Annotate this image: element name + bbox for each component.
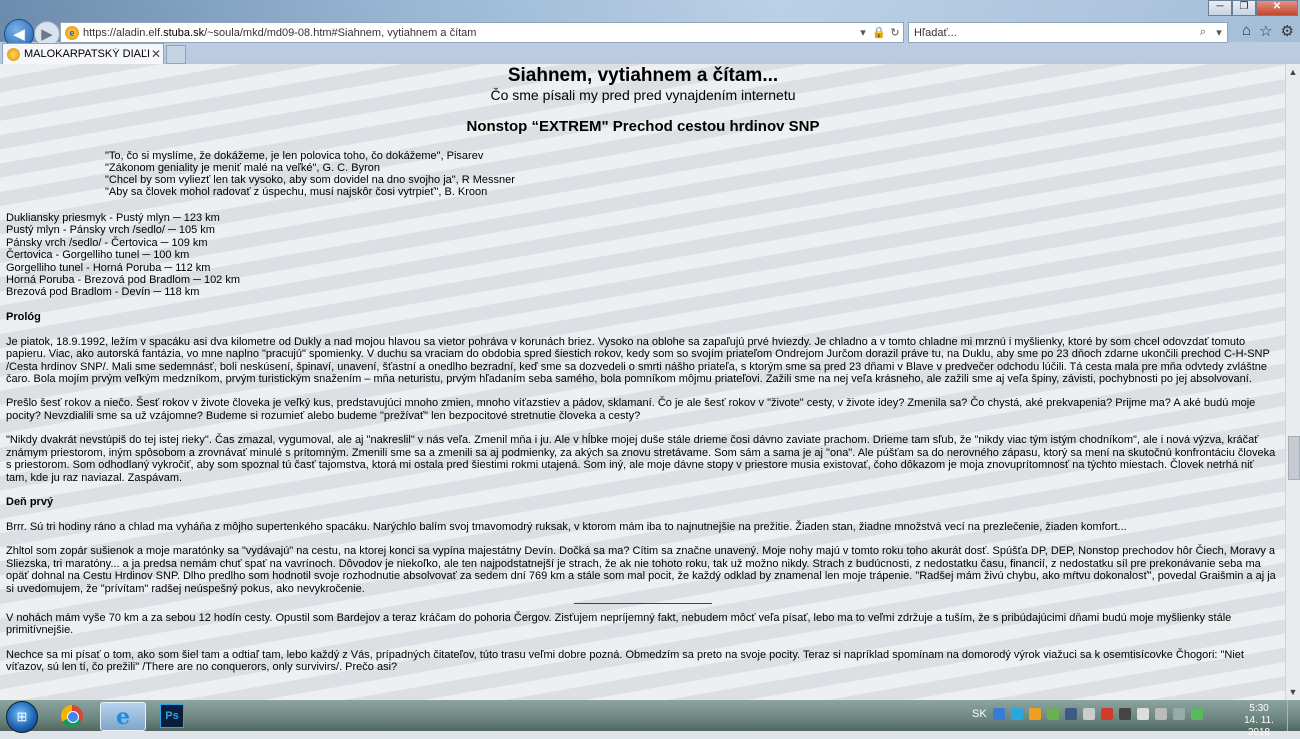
- lock-icon[interactable]: 🔒: [871, 26, 887, 39]
- quote-line: "Zákonom geniality je meniť malé na veľk…: [105, 162, 380, 174]
- system-tray: SK: [972, 708, 1203, 720]
- horizontal-rule: [574, 602, 712, 604]
- internet-explorer-icon: e: [116, 703, 130, 730]
- tab-malokarpatsky[interactable]: MALOKARPATSKÝ DIAĽKO... ✕: [2, 43, 164, 64]
- paragraph: Brrr. Sú tri hodiny ráno a chlad ma vyhá…: [6, 520, 1127, 533]
- tray-app-icon[interactable]: [1118, 708, 1131, 720]
- prolog-heading: Prológ: [6, 310, 41, 323]
- favorites-star-icon[interactable]: ☆: [1259, 22, 1272, 40]
- close-tab-icon[interactable]: ✕: [149, 47, 163, 61]
- taskbar: ⊞ e Ps SK 5:30 14. 11. 2018: [0, 700, 1300, 738]
- quote-line: "Aby sa človek mohol radovať z úspechu, …: [105, 186, 488, 198]
- clock-time: 5:30: [1249, 703, 1269, 714]
- close-button[interactable]: ✕: [1256, 0, 1298, 16]
- tray-app-icon[interactable]: [1064, 708, 1077, 720]
- ie-favicon-icon: e: [65, 25, 79, 40]
- article-heading: Nonstop “EXTREM" Prechod cestou hrdinov …: [466, 118, 820, 135]
- taskbar-chrome[interactable]: [50, 702, 94, 729]
- scroll-up-arrow-icon[interactable]: ▲: [1286, 64, 1300, 80]
- tray-app-icon[interactable]: [1082, 708, 1095, 720]
- day1-heading: Deň prvý: [6, 495, 54, 508]
- scroll-thumb[interactable]: [1288, 436, 1300, 480]
- route-item: Brezová pod Bradlom - Devín ─ 118 km: [6, 286, 200, 299]
- search-icon[interactable]: ⌕: [1195, 26, 1211, 39]
- route-item: Čertovica - Gorgelliho tunel ─ 100 km: [6, 249, 190, 262]
- start-button-windows-icon[interactable]: ⊞: [6, 701, 38, 733]
- route-item: Horná Poruba - Brezová pod Bradlom ─ 102…: [6, 274, 241, 287]
- quote-line: "Chcel by som vyliezť len tak vysoko, ab…: [105, 174, 515, 186]
- new-tab-button[interactable]: [166, 45, 186, 64]
- skype-icon[interactable]: [1010, 708, 1023, 720]
- route-item: Gorgelliho tunel - Horná Poruba ─ 112 km: [6, 261, 211, 274]
- volume-icon[interactable]: [1172, 708, 1185, 720]
- tab-title: MALOKARPATSKÝ DIAĽKO...: [24, 48, 149, 60]
- paragraph: "Nikdy dvakrát nevstúpiš do tej istej ri…: [6, 434, 1276, 484]
- tray-app-icon[interactable]: [1028, 708, 1041, 720]
- window-controls: ─ ❐ ✕: [1208, 0, 1298, 16]
- chrome-icon: [61, 704, 83, 727]
- route-item: Pánsky vrch /sedlo/ - Čertovica ─ 109 km: [6, 236, 208, 249]
- page-content: Siahnem, vytiahnem a čítam... Čo sme pís…: [0, 64, 1286, 700]
- paragraph: Je piatok, 18.9.1992, ležím v spacáku as…: [6, 335, 1270, 386]
- photoshop-icon: Ps: [160, 703, 184, 728]
- show-desktop-button[interactable]: [1287, 700, 1300, 731]
- taskbar-internet-explorer[interactable]: e: [100, 702, 146, 731]
- dropdown-icon[interactable]: ▾: [855, 26, 871, 39]
- tray-app-icon[interactable]: [1046, 708, 1059, 720]
- paragraph: Zhltol som zopár sušienok a moje maratón…: [6, 545, 1276, 595]
- quotes-block: "To, čo si myslíme, že dokážeme, je len …: [105, 150, 1286, 198]
- flag-icon[interactable]: [1136, 708, 1149, 720]
- taskbar-photoshop[interactable]: Ps: [150, 702, 194, 729]
- maximize-button[interactable]: ❐: [1232, 0, 1256, 16]
- paragraph: V nohách mám vyše 70 km a za sebou 12 ho…: [6, 611, 1232, 637]
- adobe-icon[interactable]: [1100, 708, 1113, 720]
- quote-line: "To, čo si myslíme, že dokážeme, je len …: [105, 150, 484, 162]
- clock-date: 14. 11. 2018: [1244, 715, 1274, 738]
- search-box[interactable]: Hľadať... ⌕ ▾: [908, 22, 1228, 43]
- tab-bar: MALOKARPATSKÝ DIAĽKO... ✕: [0, 43, 1300, 64]
- settings-gear-icon[interactable]: ⚙: [1281, 22, 1294, 40]
- page-subtitle: Čo sme písali my pred pred vynajdením in…: [490, 87, 796, 103]
- refresh-icon[interactable]: ↻: [887, 26, 903, 39]
- minimize-button[interactable]: ─: [1208, 0, 1232, 16]
- paragraph: Nechce sa mi písať o tom, ako som šiel t…: [6, 648, 1244, 674]
- address-bar[interactable]: e https://aladin.elf.stuba.sk/~soula/mkd…: [60, 22, 904, 43]
- scroll-down-arrow-icon[interactable]: ▼: [1286, 684, 1300, 700]
- search-input[interactable]: Hľadať...: [909, 27, 1195, 39]
- paragraph: Prešlo šesť rokov a niečo. Šesť rokov v …: [6, 397, 1256, 422]
- home-icon[interactable]: ⌂: [1242, 22, 1251, 40]
- vertical-scrollbar[interactable]: ▲ ▼: [1285, 64, 1300, 700]
- onedrive-icon[interactable]: [992, 708, 1005, 720]
- route-list: Dukliansky priesmyk - Pustý mlyn ─ 123 k…: [6, 212, 1286, 299]
- toolbar-icons: ⌂ ☆ ⚙: [1242, 22, 1294, 40]
- browser-chrome: ─ ❐ ✕ ◀ ▶ e https://aladin.elf.stuba.sk/…: [0, 0, 1300, 64]
- language-indicator[interactable]: SK: [972, 708, 987, 720]
- url-text[interactable]: https://aladin.elf.stuba.sk/~soula/mkd/m…: [83, 27, 855, 39]
- route-item: Dukliansky priesmyk - Pustý mlyn ─ 123 k…: [6, 212, 220, 224]
- ie-tab-icon: [7, 47, 20, 61]
- network-icon[interactable]: [1154, 708, 1167, 720]
- clock[interactable]: 5:30 14. 11. 2018: [1234, 703, 1284, 739]
- battery-icon[interactable]: [1190, 708, 1203, 720]
- search-dropdown-icon[interactable]: ▾: [1211, 26, 1227, 39]
- page-title: Siahnem, vytiahnem a čítam...: [507, 65, 779, 86]
- route-item: Pustý mlyn - Pánsky vrch /sedlo/ ─ 105 k…: [6, 224, 215, 237]
